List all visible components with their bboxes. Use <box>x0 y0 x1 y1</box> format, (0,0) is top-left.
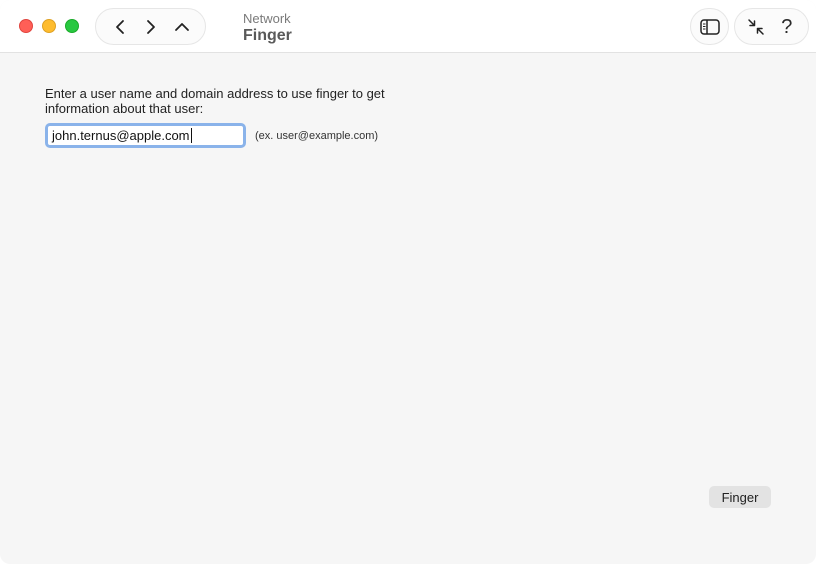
help-icon: ? <box>781 15 793 38</box>
finger-button[interactable]: Finger <box>709 486 771 508</box>
forward-button[interactable] <box>137 13 165 41</box>
back-button[interactable] <box>106 13 134 41</box>
collapse-button[interactable] <box>743 14 769 40</box>
window-title: Network Finger <box>243 11 292 46</box>
up-icon <box>174 22 189 31</box>
finger-instructions: Enter a user name and domain address to … <box>45 86 385 116</box>
navigation-group <box>95 8 206 45</box>
close-window-button[interactable] <box>19 19 33 33</box>
up-button[interactable] <box>168 13 196 41</box>
toolbar-actions: ? <box>734 8 809 45</box>
help-button[interactable]: ? <box>774 14 800 40</box>
zoom-window-button[interactable] <box>65 19 79 33</box>
address-hint: (ex. user@example.com) <box>255 129 379 142</box>
forward-icon <box>146 19 155 34</box>
text-caret <box>190 128 192 143</box>
minimize-window-button[interactable] <box>42 19 56 33</box>
window-subtitle: Network <box>243 11 291 26</box>
network-utility-window: Network Finger ? Enter a user name and d… <box>0 0 816 564</box>
sidebar-toggle-button[interactable] <box>690 8 729 45</box>
address-input-value: john.ternus@apple.com <box>52 128 190 143</box>
finger-panel: Enter a user name and domain address to … <box>45 86 425 148</box>
window-title-main: Finger <box>243 27 292 44</box>
address-input[interactable]: john.ternus@apple.com <box>45 123 246 148</box>
collapse-arrows-icon <box>748 18 764 35</box>
back-icon <box>115 19 124 34</box>
address-row: john.ternus@apple.com (ex. user@example.… <box>45 123 378 148</box>
sidebar-toggle-icon <box>699 18 720 35</box>
title-bar: Network Finger ? <box>0 0 816 53</box>
